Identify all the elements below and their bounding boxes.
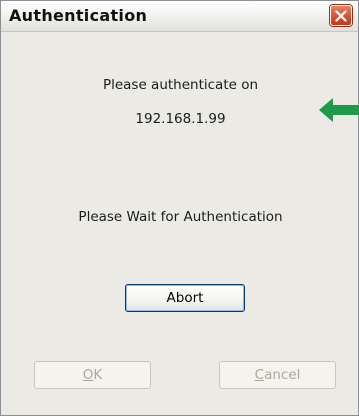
close-icon: [335, 9, 347, 22]
cancel-label-rest: ancel: [264, 367, 301, 383]
ok-button[interactable]: OK: [34, 361, 151, 389]
ok-mnemonic: O: [82, 367, 94, 383]
authenticate-prompt: Please authenticate on: [102, 77, 259, 93]
dialog-title: Authentication: [9, 6, 148, 25]
close-button[interactable]: [330, 5, 352, 26]
authentication-dialog: Authentication Please authenticate on 19…: [0, 0, 359, 416]
cancel-mnemonic: C: [254, 367, 265, 383]
title-bar[interactable]: Authentication: [1, 1, 358, 32]
left-arrow-icon: [319, 98, 359, 122]
abort-button[interactable]: Abort: [125, 284, 245, 312]
status-message: Please Wait for Authentication: [78, 209, 283, 225]
server-address: 192.168.1.99: [135, 111, 226, 127]
cancel-button[interactable]: Cancel: [219, 361, 336, 389]
abort-button-label: Abort: [166, 290, 204, 306]
ok-label-rest: K: [93, 367, 103, 383]
